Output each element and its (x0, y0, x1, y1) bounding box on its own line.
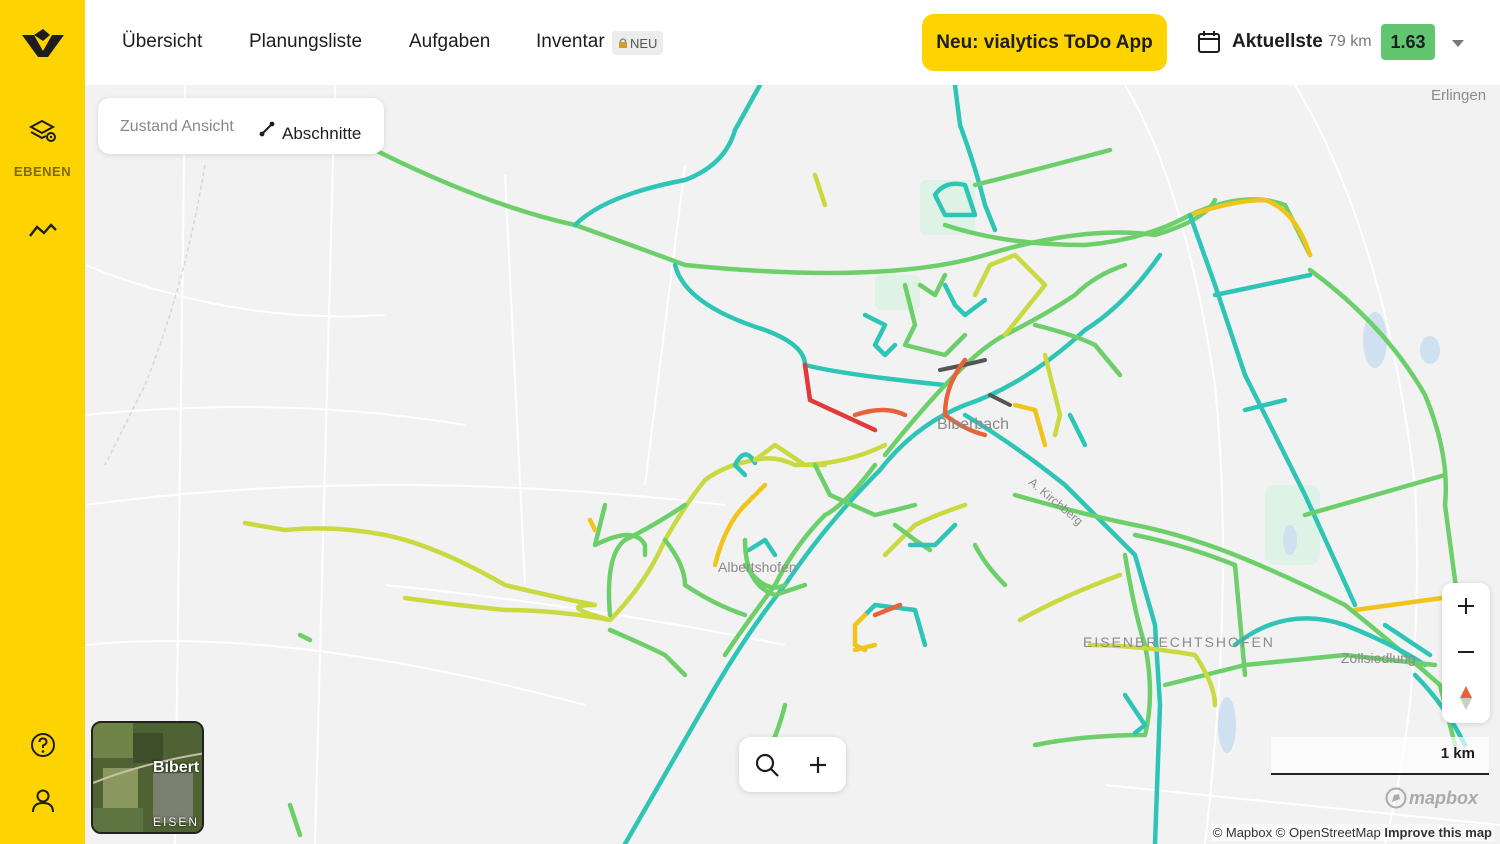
zoom-in-button[interactable] (1442, 583, 1490, 629)
todo-app-button[interactable]: Neu: vialytics ToDo App (922, 14, 1167, 71)
zoom-controls (1442, 583, 1490, 723)
scale-line (1271, 773, 1489, 775)
map-attribution: © Mapbox © OpenStreetMap Improve this ma… (1210, 824, 1494, 841)
attribution-mapbox[interactable]: © Mapbox (1213, 825, 1272, 840)
latest-label: Aktuellste (1232, 31, 1323, 52)
compass-icon (1460, 686, 1472, 710)
minimap-label-bibert: Bibert (153, 759, 200, 776)
analytics-button[interactable] (0, 220, 85, 240)
place-label-albertshofen: Albertshofen (718, 559, 797, 575)
lock-icon (619, 38, 627, 48)
map-canvas[interactable]: Zustand Ansicht Abschnitte Erlingen Bibe… (85, 85, 1500, 844)
map-scale: 1 km (1271, 737, 1489, 775)
calendar-icon[interactable] (1197, 30, 1221, 54)
compass-button[interactable] (1442, 675, 1490, 721)
place-label-eisenbrechtshofen: EISENBRECHTSHOFEN (1083, 634, 1275, 650)
nav-inventory[interactable]: Inventar (536, 31, 605, 53)
sidebar: EBENEN (0, 0, 85, 844)
help-button[interactable] (0, 732, 85, 758)
mapbox-logo[interactable]: mapbox (1385, 787, 1478, 809)
segments-label: Abschnitte (282, 124, 362, 143)
help-icon (30, 733, 55, 757)
place-label-zollsiedlung: Zollsiedlung (1341, 650, 1416, 666)
mapbox-logo-text: mapbox (1409, 787, 1479, 808)
condition-view-panel: Zustand Ansicht Abschnitte (98, 98, 384, 154)
layers-button[interactable]: EBENEN (0, 118, 85, 179)
improve-map-link[interactable]: Improve this map (1384, 825, 1492, 840)
profile-button[interactable] (0, 788, 85, 814)
satellite-minimap[interactable]: Bibert EISEN (91, 721, 204, 834)
minus-icon (1458, 651, 1474, 653)
search-button[interactable] (752, 750, 782, 780)
search-icon (755, 753, 779, 777)
km-value: 79 km (1328, 33, 1372, 50)
attribution-osm[interactable]: © OpenStreetMap (1276, 825, 1381, 840)
road-network[interactable] (85, 85, 1500, 844)
user-icon (31, 789, 54, 813)
logo-icon[interactable] (20, 27, 66, 59)
nav-overview[interactable]: Übersicht (122, 31, 202, 53)
nav-planning-list[interactable]: Planungsliste (249, 31, 362, 53)
new-badge-label: NEU (630, 35, 658, 51)
plus-icon (810, 757, 826, 773)
mapbox-icon (1385, 787, 1407, 809)
plus-icon (1458, 598, 1474, 614)
minimap-label-eisen: EISEN (153, 815, 200, 829)
segments-toggle[interactable]: Abschnitte (258, 114, 361, 144)
segment-icon (259, 121, 275, 137)
layers-gear-icon (28, 119, 56, 142)
map-tools (739, 737, 846, 792)
place-label-erlingen: Erlingen (1431, 87, 1487, 104)
condition-view-title: Zustand Ansicht (120, 118, 234, 135)
nav-tasks[interactable]: Aufgaben (409, 31, 490, 53)
new-badge: NEU (612, 31, 664, 55)
trend-line-icon (28, 223, 57, 237)
scale-label: 1 km (1440, 745, 1475, 762)
top-navigation: Übersicht Planungsliste Aufgaben Inventa… (85, 0, 1500, 85)
chevron-down-icon[interactable] (1451, 38, 1465, 48)
add-button[interactable] (803, 750, 833, 780)
score-badge: 1.63 (1381, 24, 1435, 60)
place-label-biberbach: Biberbach (937, 416, 1010, 433)
zoom-out-button[interactable] (1442, 629, 1490, 675)
layers-label: EBENEN (13, 164, 72, 179)
